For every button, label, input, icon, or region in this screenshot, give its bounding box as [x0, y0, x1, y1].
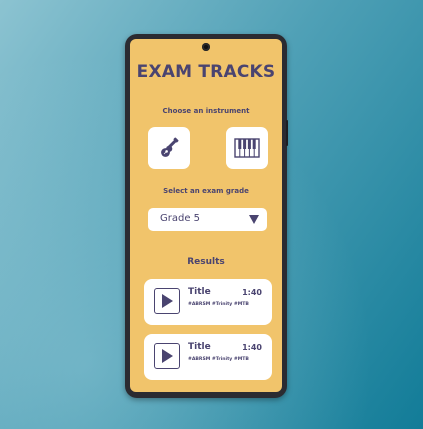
piano-button[interactable]	[226, 127, 268, 169]
grade-select-value: Grade 5	[160, 213, 201, 224]
guitar-icon	[161, 137, 179, 157]
app-title: EXAM TRACKS	[136, 62, 276, 82]
play-button[interactable]	[154, 288, 180, 314]
result-card[interactable]: Title 1:40 #ABRSM #Trinity #MTB	[144, 334, 272, 380]
camera-icon	[202, 43, 210, 51]
track-tags: #ABRSM #Trinity #MTB	[188, 302, 249, 307]
results-heading: Results	[187, 257, 225, 267]
guitar-button[interactable]	[148, 127, 190, 169]
track-title: Title	[188, 287, 211, 297]
play-button[interactable]	[154, 343, 180, 369]
result-card[interactable]: Title 1:40 #ABRSM #Trinity #MTB	[144, 279, 272, 325]
track-duration: 1:40	[242, 288, 262, 297]
play-icon	[162, 349, 173, 363]
track-tags: #ABRSM #Trinity #MTB	[188, 357, 249, 362]
track-title: Title	[188, 342, 211, 352]
play-icon	[162, 294, 173, 308]
power-button	[286, 120, 288, 146]
grade-select[interactable]: Grade 5	[148, 208, 267, 231]
track-duration: 1:40	[242, 343, 262, 352]
chevron-down-icon[interactable]	[249, 215, 259, 224]
instrument-label: Choose an instrument	[162, 107, 250, 115]
piano-icon	[234, 138, 260, 158]
grade-label: Select an exam grade	[163, 187, 249, 195]
